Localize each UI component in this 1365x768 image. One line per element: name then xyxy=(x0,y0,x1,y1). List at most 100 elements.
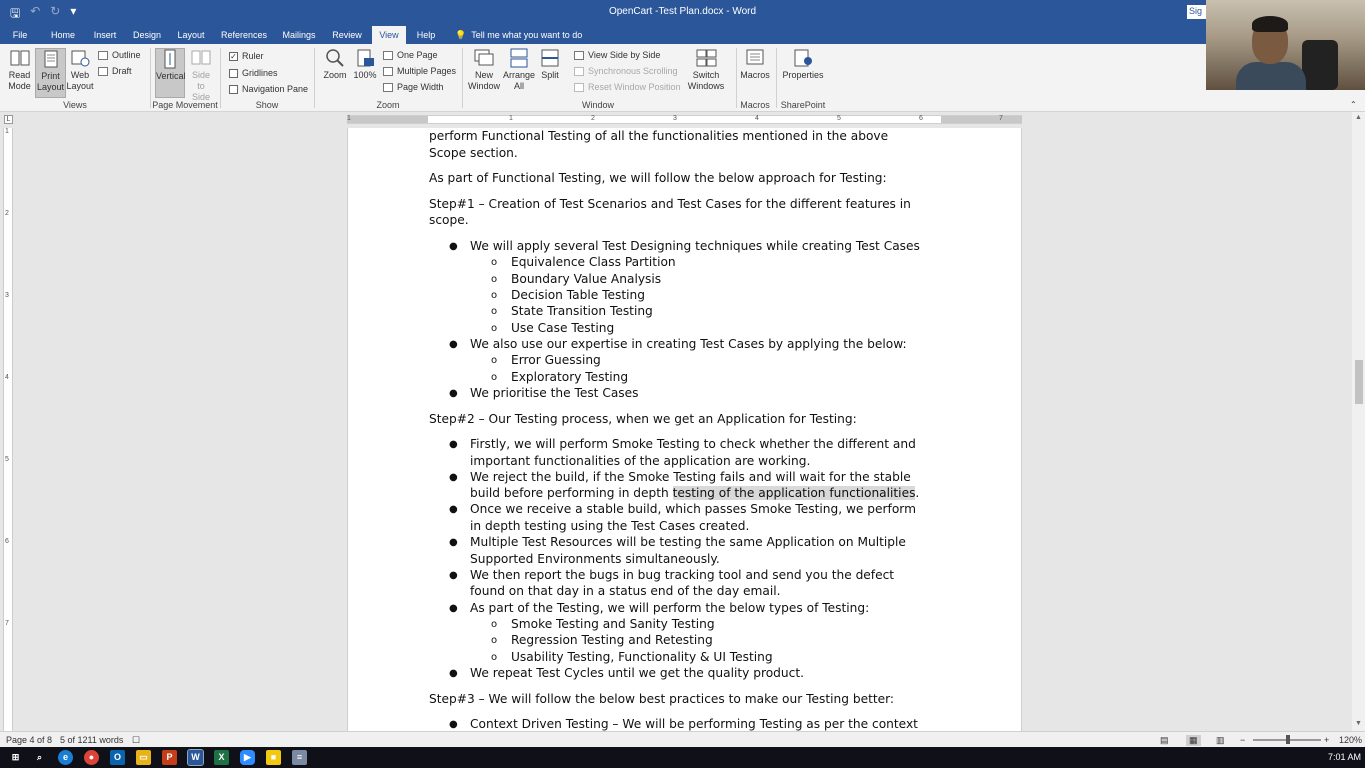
print-layout-status-icon[interactable]: ▦ xyxy=(1186,735,1201,746)
list-item[interactable]: We then report the bugs in bug tracking … xyxy=(470,568,894,582)
list-item-continuation[interactable]: found on that day in a status end of the… xyxy=(470,584,781,598)
windows-start-icon[interactable]: ⊞ xyxy=(8,750,23,765)
macros-button[interactable]: Macros xyxy=(740,48,770,98)
view-side-by-side-button[interactable]: View Side by Side xyxy=(574,50,660,60)
outline-button[interactable]: Outline xyxy=(98,50,141,60)
word-count[interactable]: 5 of 1211 words xyxy=(60,735,123,745)
switch-windows-button[interactable]: Switch Windows xyxy=(684,48,728,98)
list-item-continuation[interactable]: Supported Environments simultaneously. xyxy=(470,552,720,566)
sub-list-item[interactable]: Boundary Value Analysis xyxy=(511,272,661,286)
paragraph-line[interactable]: Step#3 – We will follow the below best p… xyxy=(429,692,894,706)
tab-review[interactable]: Review xyxy=(328,26,366,44)
sub-list-item[interactable]: State Transition Testing xyxy=(511,304,653,318)
file-explorer-icon[interactable]: ▭ xyxy=(136,750,151,765)
powerpoint-icon[interactable]: P xyxy=(162,750,177,765)
paragraph-line[interactable]: Scope section. xyxy=(429,146,518,160)
tab-home[interactable]: Home xyxy=(46,26,80,44)
horizontal-ruler[interactable]: 1 1 2 3 4 5 6 7 xyxy=(347,115,1022,124)
scroll-down-icon[interactable]: ▼ xyxy=(1355,720,1362,727)
paragraph-line[interactable]: As part of Functional Testing, we will f… xyxy=(429,171,887,185)
list-item[interactable]: We will apply several Test Designing tec… xyxy=(470,239,920,253)
reset-window-position-button[interactable]: Reset Window Position xyxy=(574,82,681,92)
scrollbar-thumb[interactable] xyxy=(1355,360,1363,404)
tab-selector[interactable]: L xyxy=(4,115,13,124)
list-item[interactable]: We reject the build, if the Smoke Testin… xyxy=(470,470,911,484)
web-layout-button[interactable]: Web Layout xyxy=(66,48,94,98)
synchronous-scrolling-button[interactable]: Synchronous Scrolling xyxy=(574,66,678,76)
one-page-button[interactable]: One Page xyxy=(383,50,438,60)
sub-list-item[interactable]: Error Guessing xyxy=(511,353,601,367)
list-item[interactable]: We prioritise the Test Cases xyxy=(470,386,639,400)
read-mode-status-icon[interactable]: ▤ xyxy=(1160,735,1169,746)
sub-list-item[interactable]: Exploratory Testing xyxy=(511,370,628,384)
paragraph-line[interactable]: Step#1 – Creation of Test Scenarios and … xyxy=(429,197,911,211)
sub-list-item[interactable]: Use Case Testing xyxy=(511,321,614,335)
list-item-continuation[interactable]: in depth testing using the Test Cases cr… xyxy=(470,519,749,533)
outlook-icon[interactable]: O xyxy=(110,750,125,765)
zoom-button[interactable]: Zoom xyxy=(320,48,350,98)
zoom-level[interactable]: 120% xyxy=(1339,735,1362,745)
tab-help[interactable]: Help xyxy=(412,26,440,44)
sticky-notes-icon[interactable]: ■ xyxy=(266,750,281,765)
edge-icon[interactable]: e xyxy=(58,750,73,765)
sub-list-item[interactable]: Usability Testing, Functionality & UI Te… xyxy=(511,650,773,664)
tab-view[interactable]: View xyxy=(372,26,406,44)
properties-button[interactable]: Properties xyxy=(782,48,824,98)
list-item[interactable]: Firstly, we will perform Smoke Testing t… xyxy=(470,437,916,451)
proofing-icon[interactable]: ☐ xyxy=(132,735,140,746)
vertical-button[interactable]: Vertical xyxy=(155,48,186,98)
tab-mailings[interactable]: Mailings xyxy=(278,26,320,44)
print-layout-button[interactable]: Print Layout xyxy=(35,48,66,98)
scroll-up-icon[interactable]: ▲ xyxy=(1355,114,1362,121)
zoom-in-icon[interactable]: + xyxy=(1324,735,1329,745)
search-icon[interactable]: ⌕ xyxy=(32,750,47,765)
paragraph-line[interactable]: perform Functional Testing of all the fu… xyxy=(429,129,888,143)
page-count[interactable]: Page 4 of 8 xyxy=(6,735,52,745)
list-item-continuation[interactable]: build before performing in depth testing… xyxy=(470,486,919,500)
selected-text[interactable]: testing of the application functionaliti… xyxy=(672,486,916,500)
paragraph-line[interactable]: Step#2 – Our Testing process, when we ge… xyxy=(429,412,857,426)
tab-insert[interactable]: Insert xyxy=(88,26,122,44)
read-mode-button[interactable]: Read Mode xyxy=(4,48,35,98)
excel-icon[interactable]: X xyxy=(214,750,229,765)
list-item[interactable]: We repeat Test Cycles until we get the q… xyxy=(470,666,804,680)
draft-button[interactable]: Draft xyxy=(98,66,132,76)
tab-design[interactable]: Design xyxy=(128,26,166,44)
list-item[interactable]: We also use our expertise in creating Te… xyxy=(470,337,907,351)
sub-list-item[interactable]: Equivalence Class Partition xyxy=(511,255,676,269)
vertical-scrollbar[interactable]: ▲ ▼ xyxy=(1352,112,1365,731)
new-window-button[interactable]: New Window xyxy=(466,48,502,98)
tab-references[interactable]: References xyxy=(218,26,270,44)
page-width-button[interactable]: Page Width xyxy=(383,82,444,92)
sub-list-item[interactable]: Decision Table Testing xyxy=(511,288,645,302)
tab-file[interactable]: File xyxy=(6,26,34,44)
web-layout-status-icon[interactable]: ▥ xyxy=(1216,735,1225,746)
navigation-pane-checkbox[interactable]: Navigation Pane xyxy=(229,84,308,94)
list-item[interactable]: Context Driven Testing – We will be perf… xyxy=(470,717,918,731)
vertical-ruler[interactable]: 1 2 3 4 5 6 7 xyxy=(3,128,13,731)
tell-me-box[interactable]: 💡 Tell me what you want to do xyxy=(455,26,582,44)
document-page[interactable]: perform Functional Testing of all the fu… xyxy=(347,128,1022,731)
list-item[interactable]: Once we receive a stable build, which pa… xyxy=(470,502,916,516)
list-item[interactable]: Multiple Test Resources will be testing … xyxy=(470,535,906,549)
gridlines-checkbox[interactable]: Gridlines xyxy=(229,68,278,78)
tab-layout[interactable]: Layout xyxy=(172,26,210,44)
list-item-continuation[interactable]: important functionalities of the applica… xyxy=(470,454,810,468)
zoom-slider-knob[interactable] xyxy=(1286,735,1290,744)
zoom-app-icon[interactable]: ▶ xyxy=(240,750,255,765)
split-button[interactable]: Split xyxy=(537,48,563,98)
notepad-icon[interactable]: ≡ xyxy=(292,750,307,765)
side-to-side-button[interactable]: Side to Side xyxy=(187,48,215,102)
word-icon[interactable]: W xyxy=(187,749,204,766)
zoom-out-icon[interactable]: − xyxy=(1240,735,1245,745)
chrome-icon[interactable]: ● xyxy=(84,750,99,765)
sub-list-item[interactable]: Regression Testing and Retesting xyxy=(511,633,713,647)
sub-list-item[interactable]: Smoke Testing and Sanity Testing xyxy=(511,617,715,631)
ruler-checkbox[interactable]: ✓ Ruler xyxy=(229,51,264,61)
list-item[interactable]: As part of the Testing, we will perform … xyxy=(470,601,869,615)
arrange-all-button[interactable]: Arrange All xyxy=(502,48,536,98)
zoom-100-button[interactable]: 100% xyxy=(351,48,379,98)
collapse-ribbon-icon[interactable]: ⌃ xyxy=(1350,100,1357,109)
paragraph-line[interactable]: scope. xyxy=(429,213,469,227)
multiple-pages-button[interactable]: Multiple Pages xyxy=(383,66,456,76)
